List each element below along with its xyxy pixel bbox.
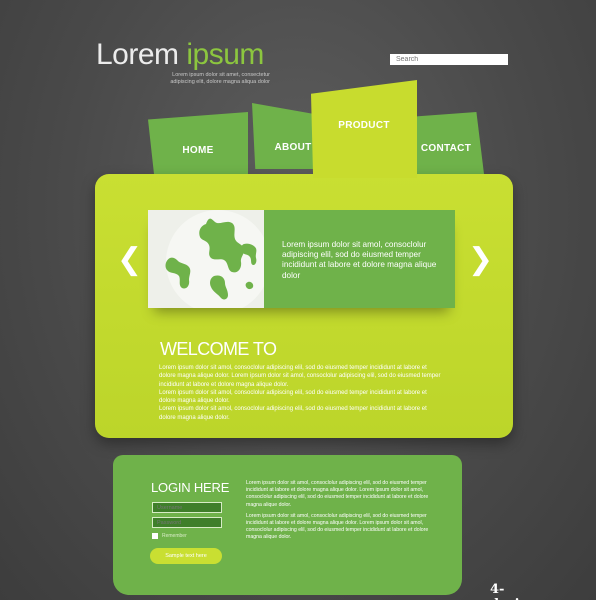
welcome-heading: WELCOME TO [160,339,277,359]
hero-slide: Lorem ipsum dolor sit amol, consoclolur … [148,210,455,308]
nav-product-label: PRODUCT [338,120,390,131]
login-heading: LOGIN HERE [151,480,230,495]
welcome-body: Lorem ipsum dolor sit amol, consoclolur … [159,364,444,422]
logo-text-lorem: Lorem [96,38,179,71]
nav-home-label: HOME [182,145,214,156]
search-input[interactable] [390,54,508,65]
remember-label: Remember [162,533,187,539]
world-map-icon [148,210,264,308]
nav-tab-contact[interactable]: CONTACT [408,112,484,174]
remember-checkbox[interactable] [152,533,158,539]
nav-contact-label: CONTACT [420,143,472,154]
password-field[interactable] [152,517,222,528]
login-side-text: Lorem ipsum dolor sit amol, consoclolur … [246,480,442,546]
nav-about-label: ABOUT [274,142,312,153]
watermark: 4-designer.com [490,582,587,600]
username-field[interactable] [152,502,222,513]
login-paragraph: Lorem ipsum dolor sit amol, consoclolur … [246,512,429,541]
nav-tab-product[interactable]: PRODUCT [311,80,417,178]
chevron-right-icon[interactable]: ❯ [468,245,493,275]
welcome-paragraph: Lorem ipsum dolor sit amol, consoclolur … [159,406,427,421]
chevron-left-icon[interactable]: ❮ [117,245,142,275]
logo-text-ipsum: ipsum [186,38,264,71]
signup-button[interactable]: Sample text here [150,548,222,564]
welcome-paragraph: Lorem ipsum dolor sit amol, consoclolur … [159,365,441,388]
logo-tagline: Lorem ipsum dolor sit amet, consectetur … [170,72,270,85]
site-logo[interactable]: Lorem ipsum [96,40,264,70]
nav-tab-home[interactable]: HOME [148,112,248,174]
welcome-paragraph: Lorem ipsum dolor sit amol, consoclolur … [159,389,427,405]
login-paragraph: Lorem ipsum dolor sit amol, consoclolur … [246,480,429,508]
slide-caption: Lorem ipsum dolor sit amol, consoclolur … [282,240,437,280]
